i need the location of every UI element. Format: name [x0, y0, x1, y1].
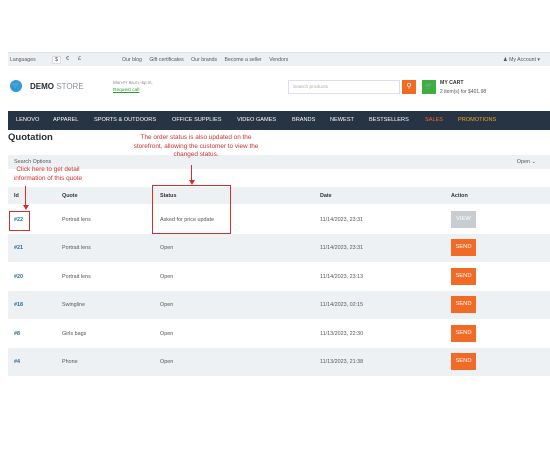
cart-summary[interactable]: 2 item(s) for $401.98	[440, 89, 486, 95]
logo-bold-text: DEMO	[30, 82, 54, 91]
quote-id-link[interactable]: #8	[14, 331, 20, 337]
my-account-label: My Account	[509, 57, 536, 63]
quote-name: Portrait lens	[62, 217, 91, 223]
cart-title[interactable]: MY CART	[440, 80, 464, 86]
status-highlight-box	[152, 185, 231, 234]
link-become-seller[interactable]: Become a seller	[225, 57, 262, 63]
view-button[interactable]: VIEW	[451, 211, 476, 228]
link-blog[interactable]: Our blog	[122, 57, 142, 63]
status-arrow-line	[191, 165, 193, 180]
col-date: Date	[320, 193, 332, 199]
quote-name: Portrait lens	[62, 274, 91, 280]
quote-date: 11/13/2023, 22:30	[320, 331, 364, 337]
store-logo[interactable]: DEMO STORE	[30, 82, 84, 91]
quote-id-link[interactable]: #21	[14, 245, 23, 251]
nav-item-sales[interactable]: SALES	[425, 117, 443, 123]
quote-id-link[interactable]: #18	[14, 302, 23, 308]
table-row: #18 Swingline Open 11/14/2023, 02:15 SEN…	[8, 291, 550, 319]
search-options-label: Search Options	[14, 159, 52, 165]
store-logo-icon[interactable]: 🛒	[10, 80, 22, 92]
quote-name: Swingline	[62, 302, 86, 308]
nav-item-office-supplies[interactable]: OFFICE SUPPLIES	[172, 117, 221, 123]
link-vendors[interactable]: Vendors	[269, 57, 288, 63]
table-row: #22 Portrait lens Asked for price update…	[8, 206, 550, 234]
quote-id-link[interactable]: #20	[14, 274, 23, 280]
quote-name: Phone	[62, 359, 78, 365]
search-icon: ⚲	[406, 83, 412, 90]
header: 🛒 DEMO STORE Mon-Fr 9a.m.-6p.m. Request …	[8, 74, 550, 104]
quote-status: Open	[160, 331, 174, 337]
detail-annotation: Click here to get detail information of …	[13, 166, 83, 182]
search-input[interactable]: Search products	[288, 80, 400, 94]
table-row: #20 Portrait lens Open 11/14/2023, 23:13…	[8, 263, 550, 291]
send-button[interactable]: SEND	[451, 353, 476, 370]
currency-usd[interactable]: $	[52, 56, 62, 64]
table-row: #4 Phone Open 11/13/2023, 21:38 SEND	[8, 348, 550, 376]
quote-date: 11/13/2023, 21:38	[320, 359, 364, 365]
quote-status: Open	[160, 274, 174, 280]
nav-item-lenovo[interactable]: LENOVO	[16, 117, 39, 123]
status-annotation: The order status is also updated on the …	[133, 134, 259, 159]
top-bar: Languages $ € £ Our blog Gift certificat…	[8, 52, 550, 66]
quote-date: 11/14/2023, 23:31	[320, 245, 364, 251]
quote-date: 11/14/2023, 23:13	[320, 274, 364, 280]
quote-id-link[interactable]: #4	[14, 359, 20, 365]
col-id: Id	[14, 193, 19, 199]
nav-item-sports-outdoors[interactable]: SPORTS & OUTDOORS	[94, 117, 156, 123]
nav-item-newest[interactable]: NEWEST	[330, 117, 354, 123]
top-links: Our blog Gift certificates Our brands Be…	[122, 57, 294, 63]
request-call-link[interactable]: Request call	[113, 88, 139, 93]
col-quote: Quote	[62, 193, 78, 199]
cart-icon[interactable]: 🛒	[422, 80, 436, 94]
chevron-down-icon: ⌄	[531, 159, 536, 165]
send-button[interactable]: SEND	[451, 268, 476, 285]
nav-item-promotions[interactable]: PROMOTIONS	[458, 117, 496, 123]
currency-eur[interactable]: €	[65, 56, 70, 62]
quote-name: Girls bags	[62, 331, 87, 337]
currency-gbp[interactable]: £	[77, 56, 82, 62]
col-action: Action	[451, 193, 468, 199]
user-icon: ♟	[503, 57, 508, 63]
quote-date: 11/14/2023, 23:31	[320, 217, 364, 223]
quote-status: Open	[160, 302, 174, 308]
link-brands[interactable]: Our brands	[191, 57, 217, 63]
my-account-menu[interactable]: ♟ My Account ▾	[503, 57, 540, 63]
open-label: Open	[516, 159, 530, 165]
send-button[interactable]: SEND	[451, 325, 476, 342]
chevron-down-icon: ▾	[537, 57, 540, 63]
link-gift-certificates[interactable]: Gift certificates	[149, 57, 183, 63]
send-button[interactable]: SEND	[451, 239, 476, 256]
quote-date: 11/14/2023, 02:15	[320, 302, 364, 308]
send-button[interactable]: SEND	[451, 296, 476, 313]
business-hours: Mon-Fr 9a.m.-6p.m.	[113, 80, 153, 85]
page-title: Quotation	[8, 132, 53, 143]
table-header: Id Quote Status Date Action	[8, 187, 550, 204]
main-nav: LENOVO APPAREL SPORTS & OUTDOORS OFFICE …	[8, 111, 550, 130]
table-row: #8 Girls bags Open 11/13/2023, 22:30 SEN…	[8, 320, 550, 348]
quote-status: Open	[160, 245, 174, 251]
nav-item-apparel[interactable]: APPAREL	[53, 117, 78, 123]
logo-light-text: STORE	[56, 82, 84, 91]
detail-arrow-head	[22, 205, 29, 210]
search-button[interactable]: ⚲	[402, 80, 416, 94]
quote-name: Portrait lens	[62, 245, 91, 251]
languages-selector[interactable]: Languages	[10, 57, 36, 63]
search-options-toggle[interactable]: Open ⌄	[517, 159, 536, 165]
nav-item-video-games[interactable]: VIDEO GAMES	[237, 117, 276, 123]
detail-arrow-line	[25, 186, 27, 205]
id-highlight-box	[9, 211, 30, 231]
status-arrow-head	[188, 180, 195, 185]
nav-item-brands[interactable]: BRANDS	[292, 117, 315, 123]
nav-item-bestsellers[interactable]: BESTSELLERS	[369, 117, 409, 123]
quote-status: Open	[160, 359, 174, 365]
table-row: #21 Portrait lens Open 11/14/2023, 23:31…	[8, 234, 550, 262]
